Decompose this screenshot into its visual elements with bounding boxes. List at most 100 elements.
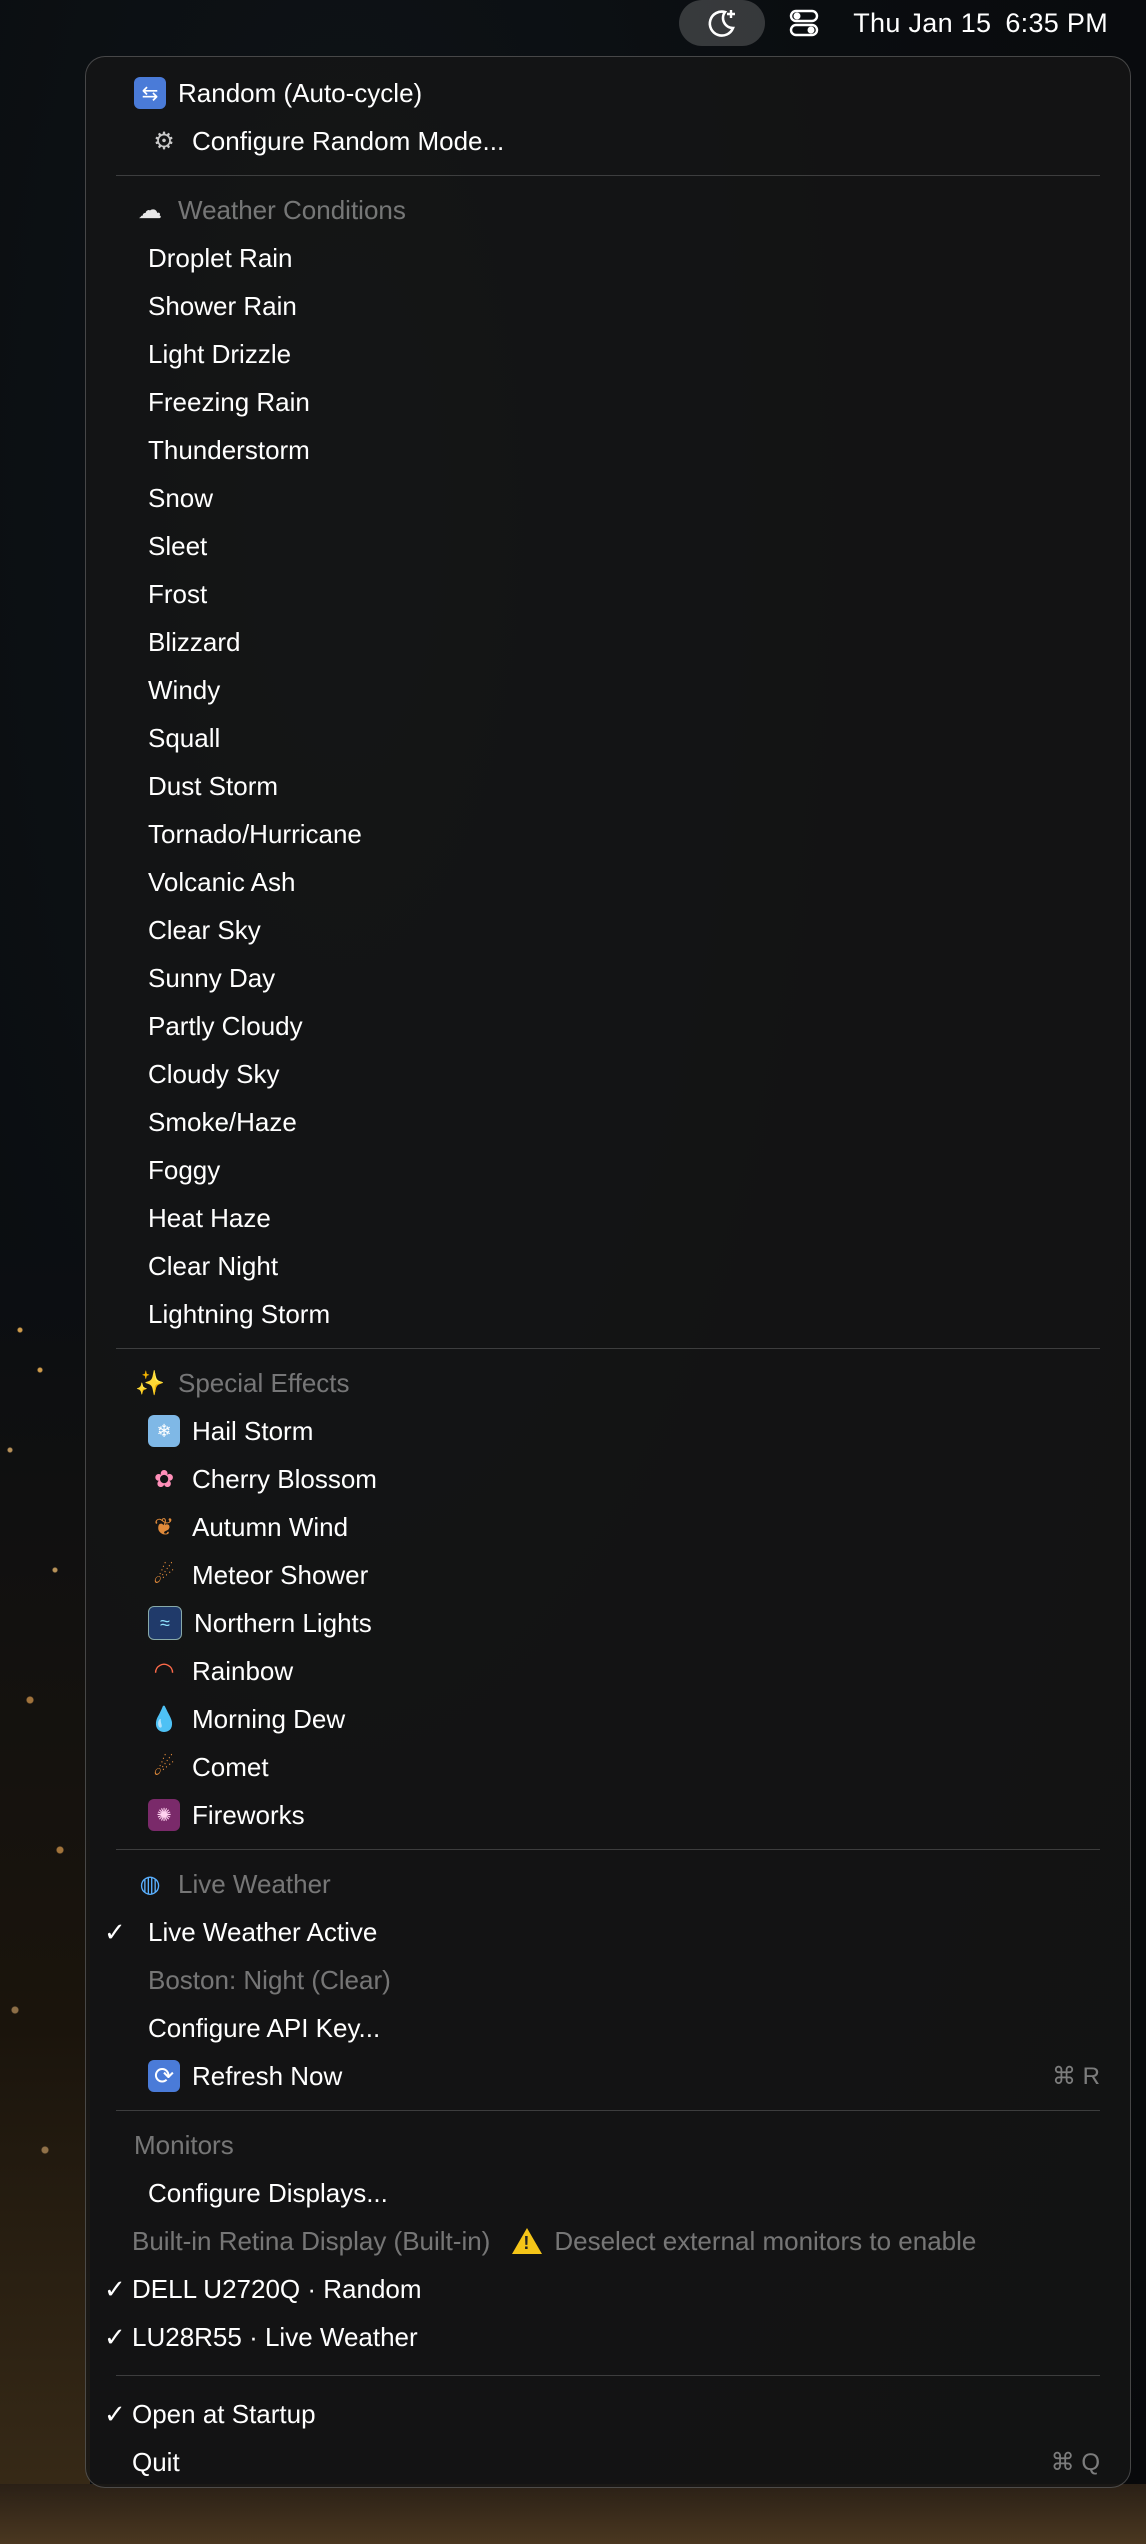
menu-item-quit[interactable]: Quit ⌘ Q (86, 2438, 1130, 2486)
menu-separator (116, 2110, 1100, 2111)
menu-item-weather-cloudy-sky[interactable]: Cloudy Sky (86, 1050, 1130, 1098)
menu-item-weather-snow[interactable]: Snow (86, 474, 1130, 522)
menu-item-label: Open at Startup (132, 2398, 316, 2429)
menu-item-label: Droplet Rain (148, 242, 293, 273)
live-weather-status: Boston: Night (Clear) (86, 1956, 1130, 2004)
menu-item-label: Morning Dew (192, 1703, 346, 1734)
menu-item-label: Cherry Blossom (192, 1463, 377, 1494)
menu-item-weather-clear-night[interactable]: Clear Night (86, 1242, 1130, 1290)
menu-item-autumn-wind[interactable]: ❦ Autumn Wind (86, 1503, 1130, 1551)
autumn-leaf-icon: ❦ (153, 1513, 175, 1541)
skyline-background (0, 2484, 1146, 2544)
menu-item-random-autocycle[interactable]: ⇆ Random (Auto-cycle) (86, 69, 1130, 117)
menu-item-weather-frost[interactable]: Frost (86, 570, 1130, 618)
menu-item-label: Quit (132, 2446, 180, 2477)
menu-item-label: Frost (148, 578, 208, 609)
menu-item-weather-squall[interactable]: Squall (86, 714, 1130, 762)
keyboard-shortcut: ⌘ R (1052, 2062, 1100, 2090)
menu-item-configure-api-key[interactable]: Configure API Key... (86, 2004, 1130, 2052)
section-header-label: Live Weather (178, 1868, 331, 1899)
menu-item-label: Tornado/Hurricane (148, 818, 362, 849)
gear-icon: ⚙ (153, 127, 175, 155)
menu-item-label: Freezing Rain (148, 386, 310, 417)
section-header-label: Special Effects (178, 1367, 350, 1398)
menu-item-label: Meteor Shower (192, 1559, 369, 1590)
menu-item-weather-clear-sky[interactable]: Clear Sky (86, 906, 1130, 954)
checkmark-icon: ✓ (104, 2398, 126, 2429)
cherry-blossom-icon: ✿ (153, 1465, 175, 1493)
menu-item-morning-dew[interactable]: 💧 Morning Dew (86, 1695, 1130, 1743)
menu-item-weather-sleet[interactable]: Sleet (86, 522, 1130, 570)
menu-item-label: Shower Rain (148, 290, 297, 321)
meteor-icon: ☄ (153, 1561, 175, 1589)
menu-item-label: Thunderstorm (148, 434, 310, 465)
menu-item-cherry-blossom[interactable]: ✿ Cherry Blossom (86, 1455, 1130, 1503)
menu-item-label: Partly Cloudy (148, 1010, 303, 1041)
section-header-label: Monitors (134, 2129, 234, 2160)
moon-sparkle-icon[interactable] (679, 0, 766, 46)
section-header-weather: ☁ Weather Conditions (86, 186, 1130, 234)
menu-item-weather-blizzard[interactable]: Blizzard (86, 618, 1130, 666)
menu-item-weather-shower-rain[interactable]: Shower Rain (86, 282, 1130, 330)
menu-item-label: Live Weather Active (148, 1916, 378, 1947)
menu-item-weather-foggy[interactable]: Foggy (86, 1146, 1130, 1194)
menu-item-comet[interactable]: ☄ Comet (86, 1743, 1130, 1791)
rainbow-icon: ◠ (153, 1657, 175, 1685)
menu-bar-clock[interactable]: Thu Jan 15 6:35 PM (853, 8, 1108, 39)
control-center-icon[interactable] (781, 2, 827, 44)
menu-item-weather-dust-storm[interactable]: Dust Storm (86, 762, 1130, 810)
menu-item-builtin-display: Built-in Retina Display (Built-in) Desel… (86, 2217, 1130, 2265)
menu-item-weather-thunderstorm[interactable]: Thunderstorm (86, 426, 1130, 474)
menu-item-label: Fireworks (192, 1799, 305, 1830)
menu-item-weather-droplet-rain[interactable]: Droplet Rain (86, 234, 1130, 282)
menu-item-label: Clear Sky (148, 914, 261, 945)
warning-message: Deselect external monitors to enable (512, 2226, 976, 2257)
menu-item-configure-random[interactable]: ⚙ Configure Random Mode... (86, 117, 1130, 165)
checkmark-icon: ✓ (104, 1916, 126, 1947)
menu-item-label: Windy (148, 674, 221, 705)
menu-item-display-dell[interactable]: ✓ DELL U2720Q · Random (86, 2265, 1130, 2313)
menu-item-label: Smoke/Haze (148, 1106, 297, 1137)
menu-item-label: Dust Storm (148, 770, 279, 801)
section-header-live-weather: ◍ Live Weather (86, 1860, 1130, 1908)
menu-item-label: LU28R55 · Live Weather (132, 2321, 418, 2352)
menu-item-northern-lights[interactable]: ≈ Northern Lights (86, 1599, 1130, 1647)
city-lights-background (0, 1250, 90, 2544)
menu-item-weather-heat-haze[interactable]: Heat Haze (86, 1194, 1130, 1242)
menu-item-open-at-startup[interactable]: ✓ Open at Startup (86, 2390, 1130, 2438)
shuffle-icon: ⇆ (134, 77, 166, 109)
menu-item-label: Cloudy Sky (148, 1058, 280, 1089)
menu-item-label: Clear Night (148, 1250, 279, 1281)
menu-bar-time: 6:35 PM (1005, 7, 1108, 38)
menu-item-weather-windy[interactable]: Windy (86, 666, 1130, 714)
aurora-icon: ≈ (148, 1606, 182, 1640)
menu-item-refresh-now[interactable]: ⟳ Refresh Now ⌘ R (86, 2052, 1130, 2100)
menu-item-label: Random (Auto-cycle) (178, 77, 423, 108)
menu-item-fireworks[interactable]: ✺ Fireworks (86, 1791, 1130, 1839)
menu-item-display-lu28r55[interactable]: ✓ LU28R55 · Live Weather (86, 2313, 1130, 2361)
droplet-icon: 💧 (149, 1705, 179, 1733)
menu-item-meteor-shower[interactable]: ☄ Meteor Shower (86, 1551, 1130, 1599)
menu-item-weather-sunny-day[interactable]: Sunny Day (86, 954, 1130, 1002)
menu-item-weather-freezing-rain[interactable]: Freezing Rain (86, 378, 1130, 426)
menu-item-label: DELL U2720Q · Random (132, 2273, 422, 2304)
menu-item-configure-displays[interactable]: Configure Displays... (86, 2169, 1130, 2217)
menu-item-label: Rainbow (192, 1655, 294, 1686)
status-label: Boston: Night (Clear) (148, 1964, 391, 1995)
menu-item-label: Built-in Retina Display (Built-in) (132, 2225, 491, 2256)
menu-item-label: Northern Lights (194, 1607, 372, 1638)
menu-item-label: Heat Haze (148, 1202, 271, 1233)
menu-item-weather-lightning-storm[interactable]: Lightning Storm (86, 1290, 1130, 1338)
menu-item-label: Configure Random Mode... (192, 125, 505, 156)
menu-item-hail-storm[interactable]: ❄ Hail Storm (86, 1407, 1130, 1455)
menu-bar-date: Thu Jan 15 (853, 7, 992, 38)
menu-item-weather-smoke-haze[interactable]: Smoke/Haze (86, 1098, 1130, 1146)
refresh-icon: ⟳ (148, 2060, 180, 2092)
menu-item-label: Lightning Storm (148, 1298, 331, 1329)
menu-item-weather-tornado-hurricane[interactable]: Tornado/Hurricane (86, 810, 1130, 858)
menu-item-weather-light-drizzle[interactable]: Light Drizzle (86, 330, 1130, 378)
menu-item-weather-partly-cloudy[interactable]: Partly Cloudy (86, 1002, 1130, 1050)
menu-item-weather-volcanic-ash[interactable]: Volcanic Ash (86, 858, 1130, 906)
menu-item-rainbow[interactable]: ◠ Rainbow (86, 1647, 1130, 1695)
menu-item-live-weather-active[interactable]: ✓ Live Weather Active (86, 1908, 1130, 1956)
